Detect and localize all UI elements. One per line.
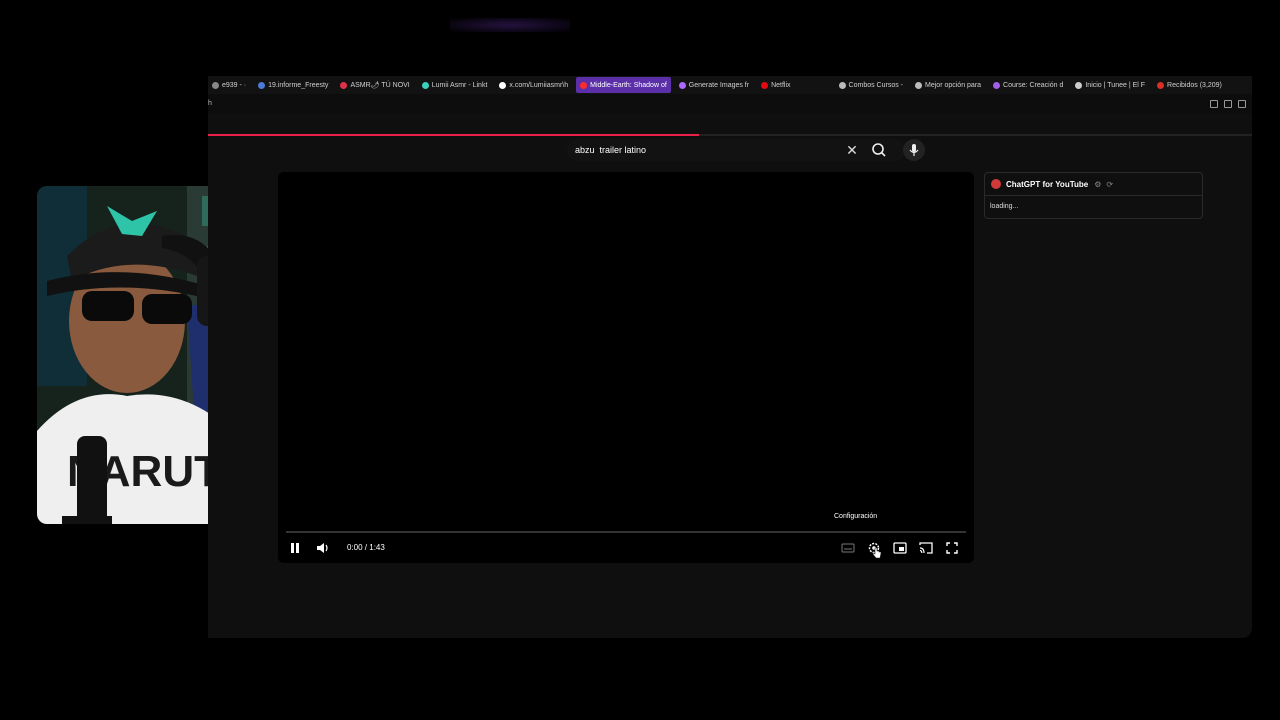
miniplayer-button[interactable] (892, 540, 908, 556)
chatgpt-logo-icon (991, 179, 1001, 189)
chatgpt-header: ChatGPT for YouTube ⚙ ⟳ (985, 173, 1202, 196)
bookmark-favicon-icon (993, 81, 1001, 89)
bookmark-item[interactable]: ASMR🌶 TÚ NOVI (336, 77, 413, 93)
bookmark-favicon-icon (421, 81, 429, 89)
volume-icon (317, 543, 328, 553)
voice-search-button[interactable] (903, 139, 925, 161)
bookmark-label: Middle-Earth: Shadow of (590, 81, 667, 89)
bookmark-label: Combos Cursos - (848, 81, 904, 89)
bookmark-item[interactable]: Course: Creación d (989, 77, 1067, 93)
bookmark-favicon-icon (838, 81, 846, 89)
bookmark-item[interactable]: Recibidos (3,209) (1153, 77, 1226, 93)
chatgpt-panel: ChatGPT for YouTube ⚙ ⟳ loading... (984, 172, 1203, 219)
search-icon (872, 143, 886, 157)
chatgpt-loading-text: loading... (990, 203, 1019, 210)
bookmark-label: Netflix (771, 81, 791, 89)
shield-icon[interactable] (1238, 100, 1246, 108)
bookmark-favicon-icon (1157, 81, 1165, 89)
cast-icon (919, 542, 933, 554)
cast-button[interactable] (918, 540, 934, 556)
settings-icon[interactable]: ⚙ (1094, 180, 1101, 189)
search-box: ✕ (567, 139, 905, 161)
bookmark-label: Inicio | Tunee | El F (1085, 81, 1146, 89)
page-loading-fill (208, 134, 699, 136)
page-loading-bar (208, 134, 1252, 136)
pin-icon[interactable] (1210, 100, 1218, 108)
clear-search-button[interactable]: ✕ (843, 141, 861, 159)
browser-screen: e939 - · 19.informe_Freesty ASMR🌶 TÚ NOVI L… (208, 76, 1252, 638)
bookmark-favicon-icon (1075, 81, 1083, 89)
fullscreen-icon (946, 542, 958, 554)
search-input[interactable] (575, 142, 835, 158)
bookmark-label: Generate Images fr (688, 81, 750, 89)
bookmark-item[interactable]: Middle-Earth: Shadow of (576, 77, 671, 93)
bookmark-label: x.com/Lumiiasmr\h (509, 81, 569, 89)
bookmark-item[interactable]: Generate Images fr (675, 77, 753, 93)
bookmark-favicon-icon (678, 81, 686, 89)
bookmark-favicon-icon (915, 81, 923, 89)
bookmark-item[interactable]: Lumii Asmr - Linkt (418, 77, 492, 93)
bookmark-label: Lumii Asmr - Linkt (431, 81, 488, 89)
volume-button[interactable] (315, 540, 331, 556)
bookmark-item[interactable]: Mejor opción para (911, 77, 985, 93)
bookmark-item[interactable]: x.com/Lumiiasmr\h (495, 77, 572, 93)
chatgpt-title: ChatGPT for YouTube (1006, 179, 1089, 189)
bookmark-item[interactable]: Netflix (757, 77, 794, 93)
bookmark-favicon-icon (761, 81, 769, 89)
subtitles-button[interactable] (840, 540, 856, 556)
bookmark-favicon-icon (499, 81, 507, 89)
refresh-icon[interactable]: ⟳ (1106, 180, 1113, 189)
bookmark-label: ASMR🌶 TÚ NOVI (350, 82, 410, 89)
hand-cursor-icon (872, 546, 882, 559)
bookmark-label: Course: Creación d (1003, 81, 1064, 89)
bookmark-label: 19.informe_Freesty (268, 81, 329, 89)
toolbar-icons (1210, 100, 1246, 108)
player-controls: 0:00 / 1:43 (278, 538, 974, 558)
pause-button[interactable] (287, 540, 303, 556)
bookmark-favicon-icon (212, 81, 219, 89)
background-glow (450, 18, 570, 32)
bookmark-favicon-icon (580, 81, 588, 89)
settings-tooltip: Configuración (834, 513, 878, 520)
bookmark-favicon-icon (258, 81, 266, 89)
bookmark-label: e939 - · (222, 81, 247, 89)
bookmark-label: Mejor opción para (925, 81, 982, 89)
bookmark-item[interactable]: Inicio | Tunee | El F (1071, 77, 1149, 93)
window-icon[interactable] (1224, 100, 1232, 108)
address-fragment: h (208, 100, 212, 107)
bookmark-favicon-icon (340, 81, 348, 89)
bookmark-item[interactable]: 19.informe_Freesty (254, 77, 332, 93)
video-player[interactable]: Configuración 0:00 / 1:43 (278, 172, 974, 563)
bookmark-item[interactable]: Combos Cursos - (835, 77, 907, 93)
pause-icon (291, 543, 299, 553)
miniplayer-icon (893, 542, 907, 554)
search-button[interactable] (869, 140, 889, 160)
fullscreen-button[interactable] (944, 540, 960, 556)
subtitles-icon (841, 543, 855, 553)
browser-toolbar: h (208, 94, 1252, 114)
bookmark-item[interactable]: e939 - · (208, 77, 250, 93)
microphone-icon (909, 144, 919, 156)
bookmarks-bar: e939 - · 19.informe_Freesty ASMR🌶 TÚ NOVI L… (208, 76, 1252, 94)
bookmark-label: Recibidos (3,209) (1167, 81, 1222, 89)
video-progress-bar[interactable] (286, 531, 966, 533)
time-display: 0:00 / 1:43 (347, 543, 385, 552)
